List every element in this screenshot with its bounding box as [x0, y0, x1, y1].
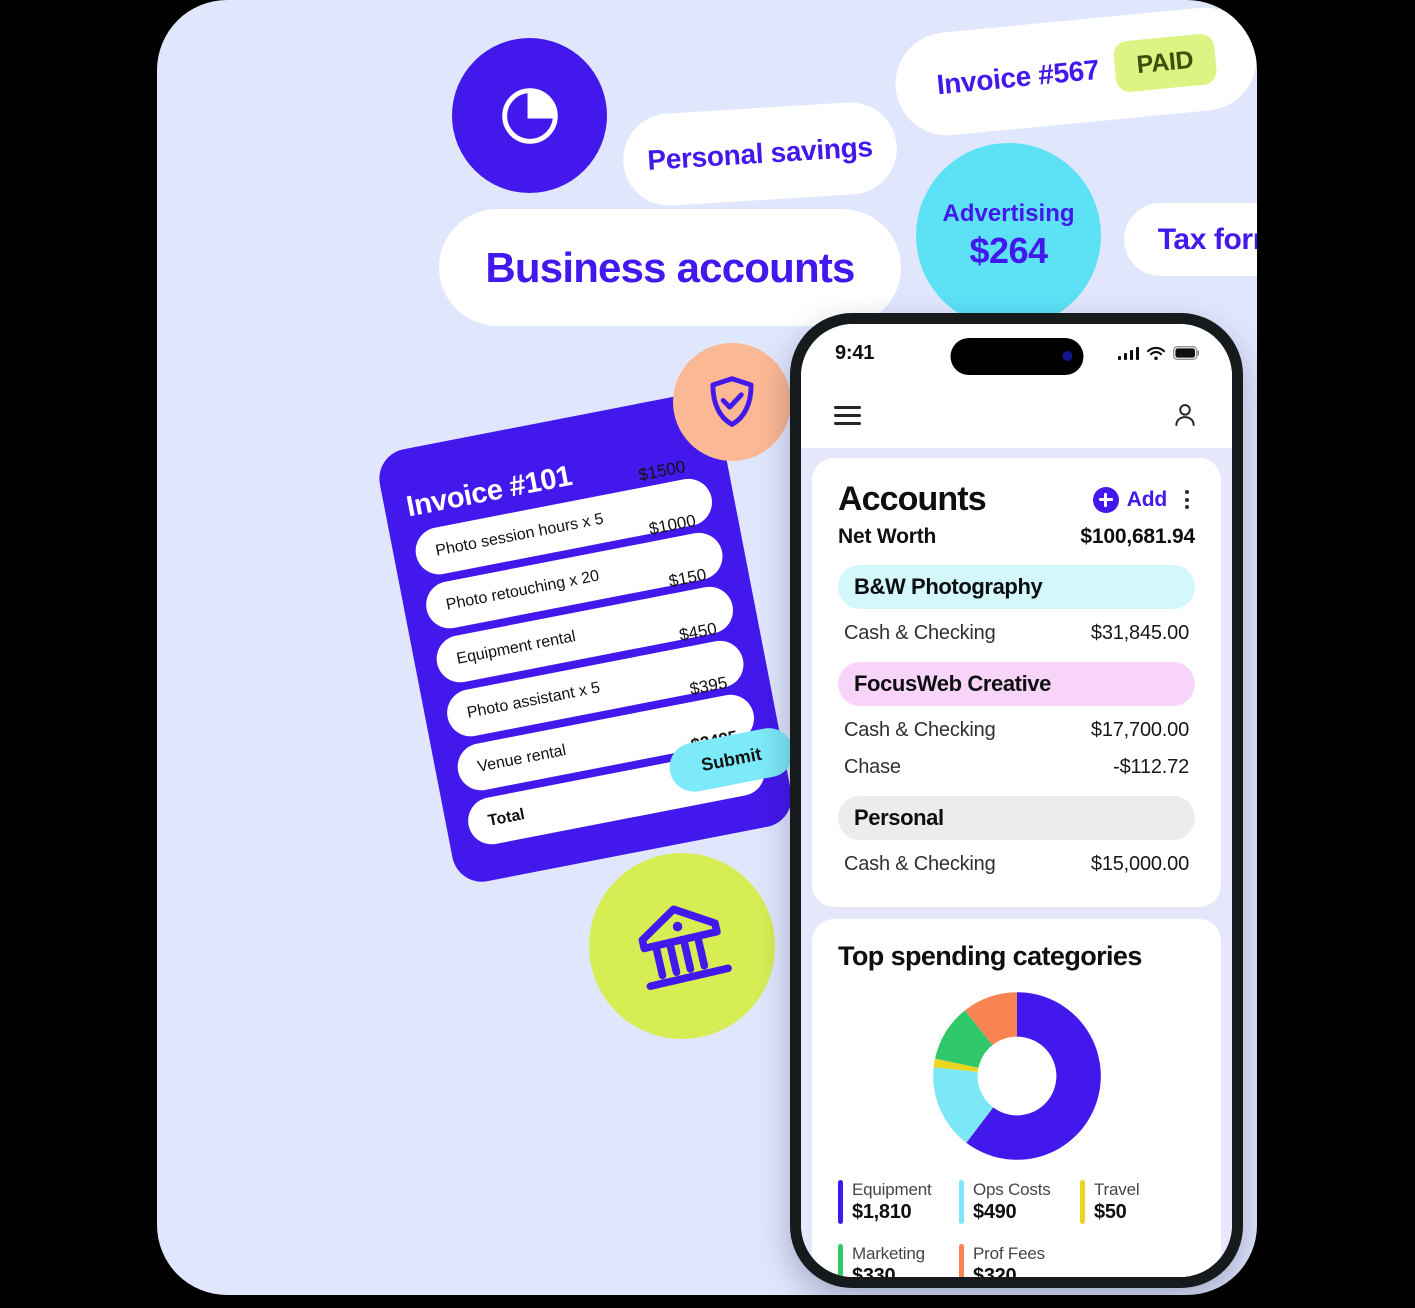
poster-canvas: Personal savings Business accounts Invoi…	[0, 0, 1415, 1308]
account-balance: -$112.72	[1113, 756, 1189, 778]
account-name: Chase	[844, 756, 901, 778]
wifi-icon	[1146, 346, 1166, 360]
legend-text: Prof Fees $320	[973, 1244, 1045, 1277]
legend-text: Equipment $1,810	[852, 1180, 932, 1224]
status-icons	[1117, 346, 1201, 361]
legend-category-name: Equipment	[852, 1180, 932, 1199]
add-account-button[interactable]: Add	[1092, 486, 1167, 513]
account-group-header[interactable]: FocusWeb Creative	[838, 662, 1195, 706]
legend-category-name: Ops Costs	[973, 1180, 1051, 1199]
dynamic-island	[950, 338, 1083, 375]
front-camera-icon	[1062, 351, 1072, 361]
legend-text: Ops Costs $490	[973, 1180, 1051, 1224]
legend-category-name: Travel	[1094, 1180, 1140, 1199]
paid-status-badge: PAID	[1112, 32, 1218, 94]
bank-icon	[589, 853, 775, 1039]
legend-swatch-icon	[838, 1180, 843, 1224]
legend-swatch-icon	[1080, 1180, 1085, 1224]
account-balance: $31,845.00	[1090, 622, 1189, 644]
account-row[interactable]: Chase -$112.72	[838, 749, 1195, 786]
accounts-header: Accounts Add	[838, 480, 1195, 519]
more-options-icon[interactable]	[1179, 488, 1195, 511]
legend-category-value: $320	[973, 1265, 1017, 1277]
app-top-bar	[801, 382, 1232, 448]
status-time: 9:41	[835, 341, 875, 364]
invoice-567-pill[interactable]: Invoice #567 PAID	[890, 2, 1257, 141]
phone-mockup: 9:41 Accounts Add Net Worth $100,681.94 …	[790, 313, 1243, 1288]
hamburger-icon[interactable]	[834, 405, 861, 425]
tax-forms-pill[interactable]: Tax forms	[1124, 203, 1257, 276]
personal-savings-pill[interactable]: Personal savings	[620, 99, 900, 209]
cellular-signal-icon	[1117, 346, 1139, 360]
legend-swatch-icon	[959, 1180, 964, 1224]
donut-chart-svg	[932, 992, 1101, 1160]
business-accounts-label: Business accounts	[485, 243, 855, 291]
plus-circle-icon	[1092, 486, 1119, 513]
legend-category-name: Marketing	[852, 1244, 925, 1263]
legend-text: Marketing $330	[852, 1244, 925, 1277]
legend-category-value: $1,810	[852, 1201, 912, 1223]
legend-item[interactable]: Travel $50	[1080, 1180, 1195, 1224]
account-name: Cash & Checking	[844, 853, 996, 875]
spending-card-title: Top spending categories	[838, 941, 1142, 971]
page-title: Accounts	[838, 480, 987, 518]
business-accounts-pill[interactable]: Business accounts	[439, 209, 901, 326]
legend-category-value: $330	[852, 1265, 896, 1277]
account-row[interactable]: Cash & Checking $31,845.00	[838, 615, 1195, 652]
account-balance: $15,000.00	[1090, 853, 1189, 875]
phone-screen: 9:41 Accounts Add Net Worth $100,681.94 …	[801, 324, 1232, 1277]
legend-item[interactable]: Ops Costs $490	[959, 1180, 1074, 1224]
accounts-actions: Add	[1092, 486, 1195, 513]
account-name: Cash & Checking	[844, 622, 996, 644]
advertising-bubble[interactable]: Advertising $264	[916, 143, 1101, 328]
net-worth-label: Net Worth	[838, 525, 937, 548]
legend-text: Travel $50	[1094, 1180, 1140, 1224]
pie-chart-icon	[452, 38, 607, 193]
legend-category-value: $50	[1094, 1201, 1127, 1223]
app-content: Accounts Add Net Worth $100,681.94 B&W P…	[801, 448, 1232, 1277]
account-row[interactable]: Cash & Checking $17,700.00	[838, 712, 1195, 749]
account-group-header[interactable]: Personal	[838, 796, 1195, 840]
advertising-label: Advertising	[942, 199, 1075, 227]
invoice-101-card[interactable]: Invoice #101 Photo session hours x 5 $15…	[374, 389, 798, 887]
user-avatar-icon[interactable]	[1171, 400, 1199, 430]
legend-item[interactable]: Prof Fees $320	[959, 1244, 1074, 1277]
chart-legend: Equipment $1,810 Ops Costs $490 Travel $50 Mar…	[838, 1170, 1195, 1277]
battery-icon	[1173, 346, 1199, 360]
legend-category-name: Prof Fees	[973, 1244, 1045, 1263]
legend-swatch-icon	[959, 1244, 964, 1277]
add-button-label: Add	[1126, 487, 1167, 511]
legend-swatch-icon	[838, 1244, 843, 1277]
legend-category-value: $490	[973, 1201, 1017, 1223]
donut-chart	[838, 978, 1195, 1170]
account-row[interactable]: Cash & Checking $15,000.00	[838, 846, 1195, 883]
account-group-header[interactable]: B&W Photography	[838, 565, 1195, 609]
account-balance: $17,700.00	[1090, 719, 1189, 741]
lavender-panel: Personal savings Business accounts Invoi…	[157, 0, 1257, 1295]
spending-categories-card: Top spending categories Equipment $1,810 O…	[812, 919, 1221, 1277]
accounts-card: Accounts Add Net Worth $100,681.94 B&W P…	[812, 458, 1221, 907]
status-bar: 9:41	[801, 324, 1232, 382]
tax-forms-label: Tax forms	[1157, 222, 1257, 256]
legend-item[interactable]: Equipment $1,810	[838, 1180, 953, 1224]
invoice-567-label: Invoice #567	[935, 53, 1101, 100]
account-name: Cash & Checking	[844, 719, 996, 741]
personal-savings-label: Personal savings	[646, 131, 874, 176]
net-worth-value: $100,681.94	[1080, 525, 1195, 548]
advertising-value: $264	[969, 229, 1048, 271]
legend-item[interactable]: Marketing $330	[838, 1244, 953, 1277]
shield-check-icon	[673, 343, 791, 461]
net-worth-row: Net Worth $100,681.94	[838, 525, 1195, 549]
